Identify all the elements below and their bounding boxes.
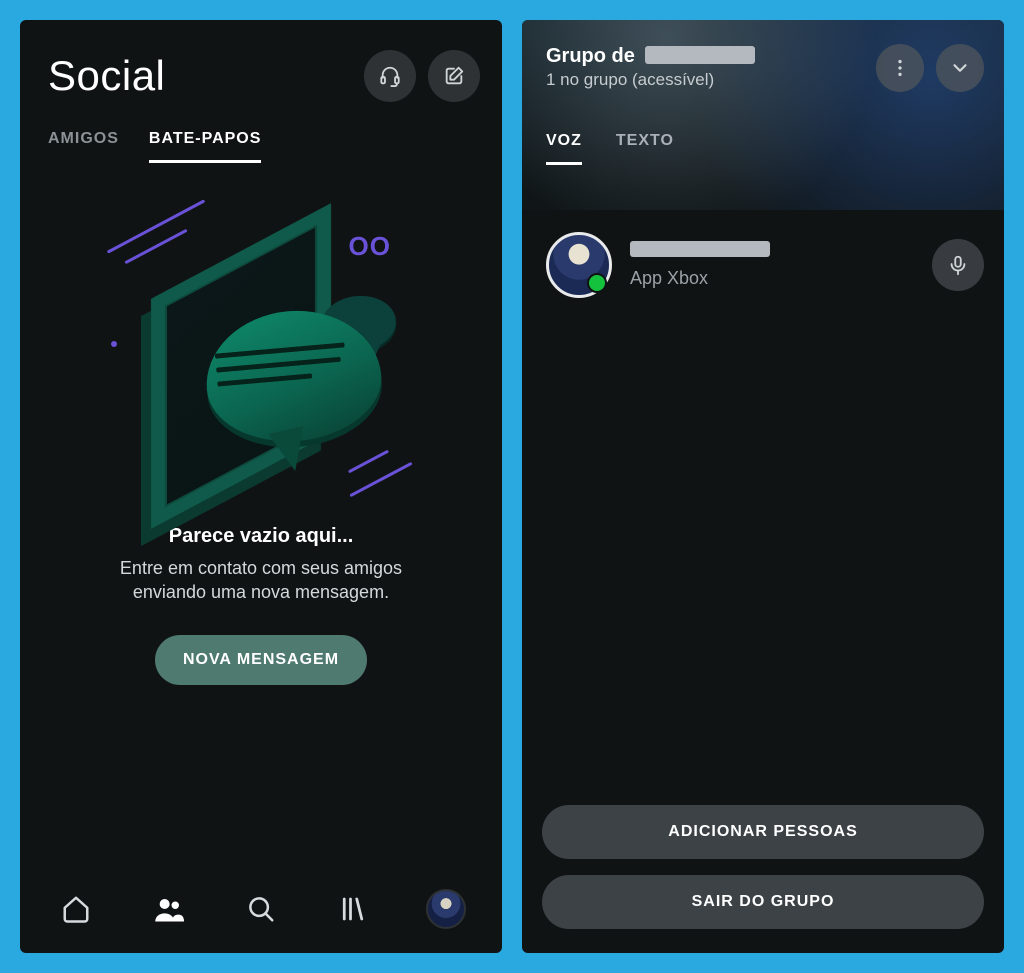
bottom-nav — [20, 867, 502, 953]
empty-illustration: OO — [111, 201, 411, 521]
library-icon — [338, 894, 368, 924]
member-subtitle: App Xbox — [630, 268, 914, 289]
social-header: Social — [20, 20, 502, 110]
more-button[interactable] — [876, 44, 924, 92]
new-message-button[interactable]: NOVA MENSAGEM — [155, 635, 367, 685]
leave-group-button[interactable]: SAIR DO GRUPO — [542, 875, 984, 929]
member-name-redacted — [630, 241, 770, 257]
people-icon — [154, 894, 184, 924]
nav-social[interactable] — [144, 889, 194, 929]
member-avatar — [546, 232, 612, 298]
microphone-button[interactable] — [932, 239, 984, 291]
home-icon — [61, 894, 91, 924]
more-vertical-icon — [889, 57, 911, 79]
nav-home[interactable] — [51, 889, 101, 929]
tab-friends[interactable]: AMIGOS — [48, 130, 119, 163]
avatar — [426, 889, 466, 929]
collapse-button[interactable] — [936, 44, 984, 92]
tab-text[interactable]: TEXTO — [616, 132, 674, 165]
party-bottom-actions: ADICIONAR PESSOAS SAIR DO GRUPO — [522, 805, 1004, 953]
compose-icon — [443, 65, 465, 87]
chevron-down-icon — [949, 57, 971, 79]
social-tabs: AMIGOS BATE-PAPOS — [20, 110, 502, 163]
empty-title: Parece vazio aqui... — [169, 525, 354, 548]
party-actions — [876, 44, 984, 92]
header-actions — [364, 50, 480, 102]
add-people-button[interactable]: ADICIONAR PESSOAS — [542, 805, 984, 859]
member-text: App Xbox — [630, 241, 914, 289]
party-tabs: VOZ TEXTO — [546, 132, 984, 165]
nav-library[interactable] — [328, 889, 378, 929]
party-member-row[interactable]: App Xbox — [522, 210, 1004, 298]
tab-voice[interactable]: VOZ — [546, 132, 582, 165]
empty-state: OO Parece vazio aqui... Entre em contato… — [20, 163, 502, 867]
nav-search[interactable] — [236, 889, 286, 929]
party-title-prefix: Grupo de — [546, 45, 635, 68]
party-subtitle: 1 no grupo (acessível) — [546, 70, 755, 90]
party-title-name-redacted — [645, 46, 755, 64]
party-body — [522, 298, 1004, 805]
tab-chats[interactable]: BATE-PAPOS — [149, 130, 262, 163]
compose-button[interactable] — [428, 50, 480, 102]
page-title: Social — [48, 52, 165, 100]
headset-button[interactable] — [364, 50, 416, 102]
party-header: Grupo de 1 no grupo (acessível) — [546, 44, 984, 92]
nav-profile[interactable] — [421, 889, 471, 929]
party-screen: Grupo de 1 no grupo (acessível) VOZ TEXT… — [522, 20, 1004, 953]
party-title-block: Grupo de 1 no grupo (acessível) — [546, 44, 755, 90]
search-icon — [246, 894, 276, 924]
party-header-area: Grupo de 1 no grupo (acessível) VOZ TEXT… — [522, 20, 1004, 210]
social-screen: Social AMIGOS BATE-PAPOS OO — [20, 20, 502, 953]
empty-subtitle: Entre em contato com seus amigos enviand… — [81, 556, 441, 605]
headset-icon — [379, 65, 401, 87]
microphone-icon — [947, 254, 969, 276]
